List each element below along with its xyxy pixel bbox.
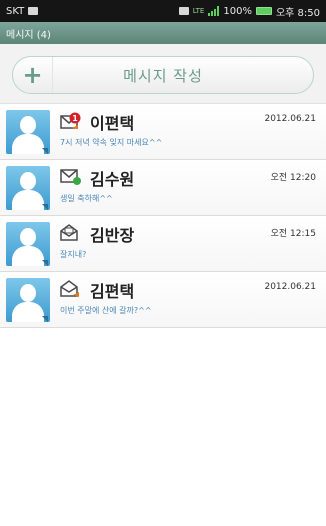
message-date: 2012.06.21 — [264, 282, 316, 292]
contact-name: 김편택 — [90, 282, 135, 301]
battery-percent: 100% — [223, 5, 252, 17]
contact-name: 이편택 — [90, 114, 135, 133]
reply-envelope-icon — [60, 280, 79, 297]
message-list: 1 이편택 7시 저녁 약속 잊지 마세요^^ 2012.06.21 김수원 생… — [0, 104, 326, 328]
signal-icon — [208, 6, 220, 16]
notification-icon — [28, 7, 39, 15]
open-envelope-icon — [60, 224, 78, 241]
plus-icon: + — [13, 57, 53, 93]
network-label: LTE — [192, 7, 205, 15]
compose-area: + 메시지 작성 — [0, 44, 326, 104]
avatar-corner-icon — [42, 316, 48, 322]
avatar-corner-icon — [42, 204, 48, 210]
message-row[interactable]: 김반장 잘지내? 오전 12:15 — [0, 216, 326, 272]
avatar-corner-icon — [42, 260, 48, 266]
clock: 오후 8:50 — [275, 7, 320, 19]
page-title: 메시지 (4) — [6, 29, 51, 41]
compose-message-button[interactable]: + 메시지 작성 — [12, 56, 314, 94]
battery-icon — [255, 7, 272, 15]
message-row[interactable]: 1 이편택 7시 저녁 약속 잊지 마세요^^ 2012.06.21 — [0, 104, 326, 160]
message-date: 2012.06.21 — [264, 114, 316, 124]
unread-badge-icon: 1 — [60, 112, 81, 129]
message-preview: 잘지내? — [60, 250, 87, 259]
message-date: 오전 12:15 — [270, 229, 316, 239]
status-bar: SKT LTE 100% 오후 8:50 — [0, 0, 326, 22]
unread-count: 1 — [72, 114, 78, 123]
message-date: 오전 12:20 — [270, 173, 316, 183]
message-preview: 7시 저녁 약속 잊지 마세요^^ — [60, 138, 163, 147]
compose-label: 메시지 작성 — [123, 66, 203, 85]
sent-envelope-icon — [60, 169, 81, 185]
screenshot-icon — [178, 7, 189, 15]
message-preview: 생일 축하해^^ — [60, 194, 113, 203]
contact-name: 김반장 — [90, 226, 135, 245]
avatar-corner-icon — [42, 148, 48, 154]
carrier-label: SKT — [6, 5, 25, 17]
message-row[interactable]: 김수원 생일 축하해^^ 오전 12:20 — [0, 160, 326, 216]
message-preview: 이번 주말에 산에 갈까?^^ — [60, 306, 152, 315]
contact-name: 김수원 — [90, 170, 135, 189]
message-row[interactable]: 김편택 이번 주말에 산에 갈까?^^ 2012.06.21 — [0, 272, 326, 328]
title-bar: 메시지 (4) — [0, 22, 326, 44]
